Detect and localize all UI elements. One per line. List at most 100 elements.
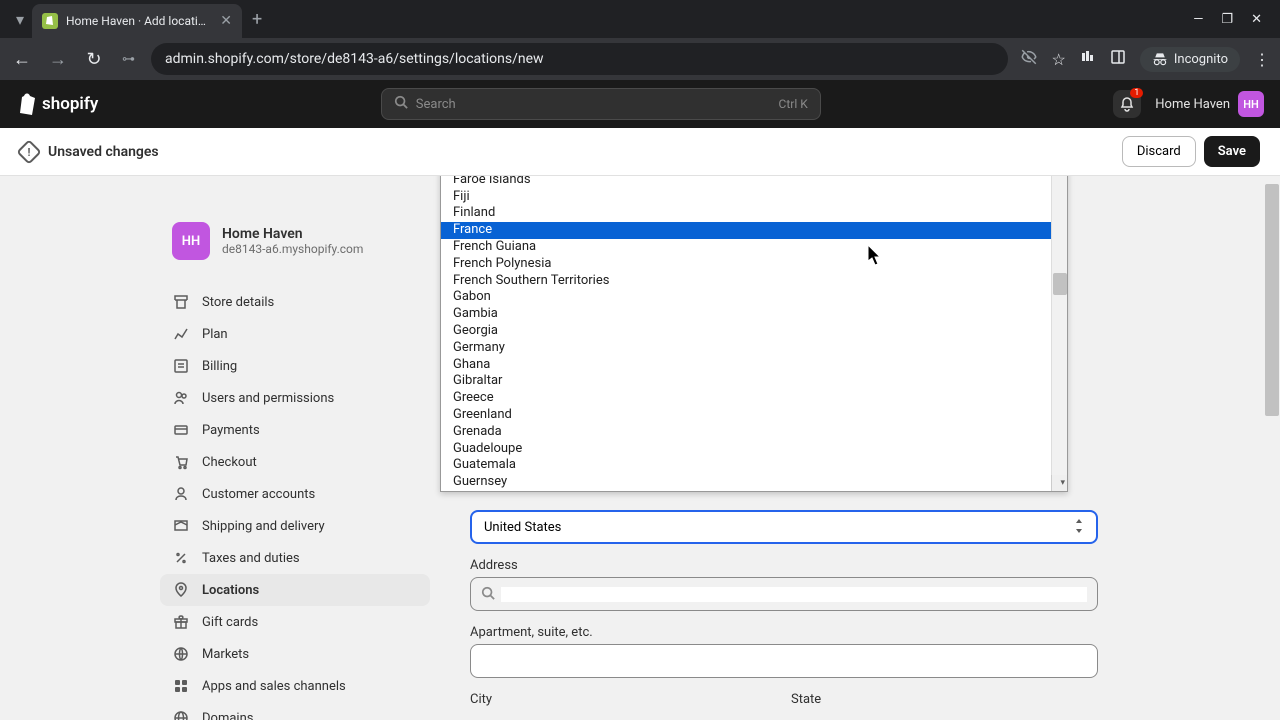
nav-label: Domains [202, 711, 253, 720]
country-selected-value: United States [484, 520, 561, 535]
browser-toolbar: ← → ↻ ⊶ admin.shopify.com/store/de8143-a… [0, 38, 1280, 80]
country-option[interactable]: Guatemala [441, 457, 1067, 474]
dropdown-scrollbar[interactable] [1051, 176, 1067, 475]
minimize-icon[interactable]: — [1193, 12, 1203, 27]
notification-badge: 1 [1130, 88, 1143, 98]
store-menu[interactable]: Home Haven HH [1155, 91, 1264, 117]
notifications-button[interactable]: 1 [1113, 90, 1141, 118]
tab-title: Home Haven · Add location · Sh [66, 14, 212, 28]
country-option[interactable]: Greece [441, 390, 1067, 407]
page-scrollbar-thumb[interactable] [1265, 184, 1279, 416]
extensions-icon[interactable] [1080, 49, 1096, 69]
site-info-icon[interactable]: ⊶ [118, 48, 139, 71]
url-bar[interactable]: admin.shopify.com/store/de8143-a6/settin… [151, 43, 1008, 75]
country-option[interactable]: France [441, 222, 1067, 239]
sidebar-item-apps-and-sales-channels[interactable]: Apps and sales channels [160, 670, 430, 702]
sidebar-item-users-and-permissions[interactable]: Users and permissions [160, 382, 430, 414]
warning-icon [16, 139, 41, 164]
store-name-label: Home Haven [1155, 97, 1230, 112]
country-option[interactable]: Finland [441, 205, 1067, 222]
billing-icon [172, 357, 190, 375]
nav-label: Markets [202, 647, 249, 662]
nav-label: Checkout [202, 455, 257, 470]
settings-nav: Store detailsPlanBillingUsers and permis… [160, 286, 430, 720]
store-name: Home Haven [222, 226, 363, 242]
sidebar-item-store-details[interactable]: Store details [160, 286, 430, 318]
menu-icon[interactable]: ⋮ [1254, 50, 1270, 69]
address-input[interactable] [470, 577, 1098, 611]
country-dropdown-list: ▴ ▾ Falkland IslandsFaroe IslandsFijiFin… [440, 176, 1068, 492]
country-option[interactable]: French Guiana [441, 239, 1067, 256]
country-option[interactable]: Guadeloupe [441, 441, 1067, 458]
favicon-icon [42, 13, 58, 29]
domains-icon [172, 709, 190, 720]
browser-tab[interactable]: Home Haven · Add location · Sh ✕ [32, 4, 242, 38]
country-option[interactable]: Gibraltar [441, 373, 1067, 390]
sidebar-item-taxes-and-duties[interactable]: Taxes and duties [160, 542, 430, 574]
window-controls: — ❐ ✕ [1193, 12, 1272, 27]
sidebar-item-billing[interactable]: Billing [160, 350, 430, 382]
page-body: Unsaved changes Discard Save HH Home Hav… [0, 128, 1280, 720]
dropdown-scrollbar-thumb[interactable] [1053, 273, 1067, 295]
country-option[interactable]: Gambia [441, 306, 1067, 323]
sidebar-item-locations[interactable]: Locations [160, 574, 430, 606]
close-window-icon[interactable]: ✕ [1251, 12, 1262, 27]
country-option[interactable]: Guernsey [441, 474, 1067, 491]
reload-button[interactable]: ↻ [82, 49, 106, 70]
country-option[interactable]: Germany [441, 340, 1067, 357]
sidebar-item-markets[interactable]: Markets [160, 638, 430, 670]
apartment-input[interactable] [470, 644, 1098, 678]
country-option[interactable]: French Southern Territories [441, 273, 1067, 290]
logo-text: shopify [42, 94, 98, 114]
sidebar-item-plan[interactable]: Plan [160, 318, 430, 350]
search-icon [481, 585, 495, 604]
side-panel-icon[interactable] [1110, 49, 1126, 69]
store-card[interactable]: HH Home Haven de8143-a6.myshopify.com [160, 214, 430, 268]
country-option[interactable]: Gabon [441, 289, 1067, 306]
country-option[interactable]: Grenada [441, 424, 1067, 441]
country-option[interactable]: Fiji [441, 189, 1067, 206]
shopify-logo[interactable]: shopify [16, 93, 98, 115]
unsaved-changes-bar: Unsaved changes Discard Save [0, 128, 1280, 176]
country-option[interactable]: Ghana [441, 357, 1067, 374]
maximize-icon[interactable]: ❐ [1221, 12, 1233, 27]
eye-off-icon[interactable] [1020, 48, 1038, 70]
country-option[interactable]: Georgia [441, 323, 1067, 340]
forward-button[interactable]: → [46, 49, 70, 70]
discard-button[interactable]: Discard [1122, 136, 1196, 167]
users-icon [172, 389, 190, 407]
bookmark-icon[interactable]: ☆ [1052, 50, 1066, 69]
sidebar-item-domains[interactable]: Domains [160, 702, 430, 720]
sidebar-item-shipping-and-delivery[interactable]: Shipping and delivery [160, 510, 430, 542]
nav-label: Taxes and duties [202, 551, 300, 566]
scroll-down-arrow[interactable]: ▾ [1051, 475, 1067, 491]
sidebar-item-payments[interactable]: Payments [160, 414, 430, 446]
nav-label: Gift cards [202, 615, 258, 630]
customer-icon [172, 485, 190, 503]
sidebar-item-customer-accounts[interactable]: Customer accounts [160, 478, 430, 510]
new-tab-button[interactable]: + [252, 9, 262, 30]
back-button[interactable]: ← [10, 49, 34, 70]
close-tab-icon[interactable]: ✕ [220, 13, 232, 29]
settings-sidebar: HH Home Haven de8143-a6.myshopify.com St… [0, 176, 440, 720]
country-select[interactable]: United States [470, 510, 1098, 544]
incognito-badge[interactable]: Incognito [1140, 47, 1240, 72]
sidebar-item-checkout[interactable]: Checkout [160, 446, 430, 478]
country-option[interactable]: Greenland [441, 407, 1067, 424]
country-option[interactable]: Faroe Islands [441, 176, 1067, 189]
incognito-label: Incognito [1174, 52, 1228, 67]
tab-list-dropdown[interactable]: ▾ [8, 7, 32, 31]
page-scrollbar[interactable] [1264, 176, 1280, 720]
store-icon [172, 293, 190, 311]
country-option[interactable]: French Polynesia [441, 256, 1067, 273]
unsaved-text: Unsaved changes [48, 144, 159, 160]
nav-label: Payments [202, 423, 260, 438]
app-header: shopify Search Ctrl K 1 Home Haven HH [0, 80, 1280, 128]
sidebar-item-gift-cards[interactable]: Gift cards [160, 606, 430, 638]
save-button[interactable]: Save [1204, 136, 1260, 167]
global-search[interactable]: Search Ctrl K [381, 88, 821, 120]
search-shortcut: Ctrl K [779, 97, 808, 111]
address-field[interactable] [501, 587, 1087, 602]
nav-label: Apps and sales channels [202, 679, 346, 694]
locations-icon [172, 581, 190, 599]
